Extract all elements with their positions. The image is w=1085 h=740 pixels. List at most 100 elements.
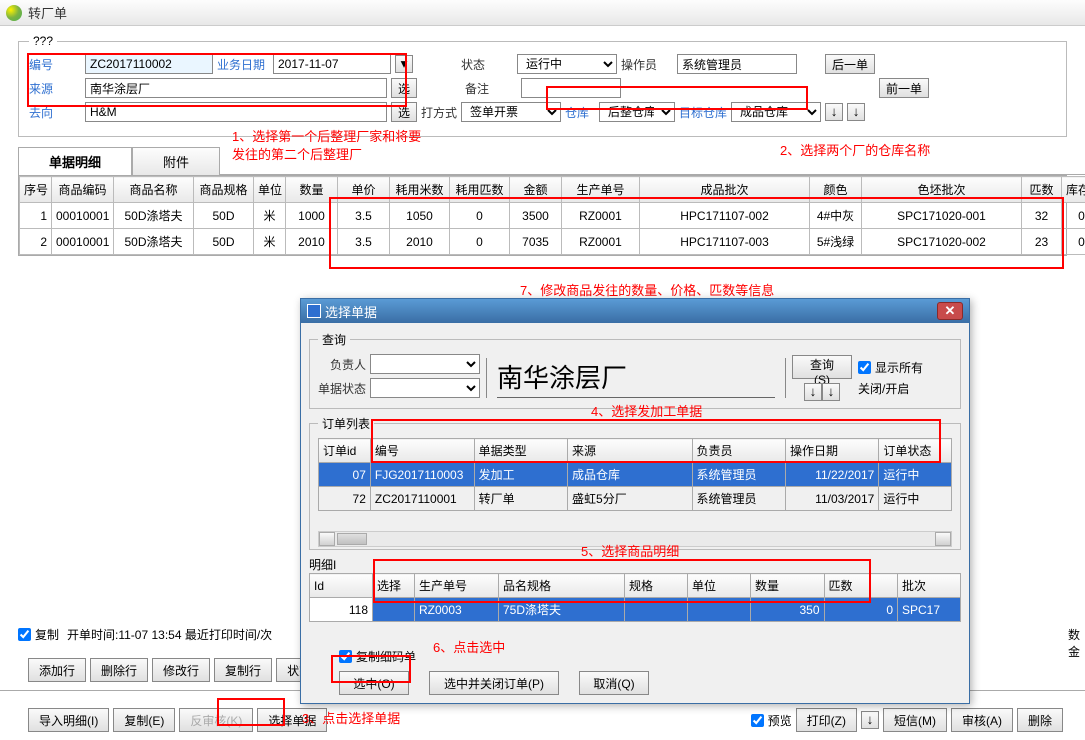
dest-label: 去向 bbox=[29, 104, 81, 121]
print-dropdown-icon[interactable]: ↓ bbox=[861, 711, 879, 729]
col-header: 耗用米数 bbox=[390, 177, 450, 203]
status-select[interactable]: 运行中 bbox=[517, 54, 617, 74]
unapprove-button[interactable]: 反审核(K) bbox=[179, 708, 253, 732]
cancel-button[interactable]: 取消(Q) bbox=[579, 671, 649, 695]
prev-doc-button[interactable]: 前一单 bbox=[879, 78, 929, 98]
code-label: 编号 bbox=[29, 56, 81, 73]
table-row[interactable]: 10001000150D涤塔夫50D米10003.5105003500RZ000… bbox=[20, 203, 1085, 229]
code-input[interactable] bbox=[85, 54, 213, 74]
col-header: 数量 bbox=[286, 177, 338, 203]
ok-close-button[interactable]: 选中并关闭订单(P) bbox=[429, 671, 559, 695]
warehouse-select[interactable]: 后整仓库 bbox=[599, 102, 675, 122]
target-wh-label: 目标仓库 bbox=[679, 104, 727, 121]
print-button[interactable]: 打印(Z) bbox=[796, 708, 857, 732]
query-button[interactable]: 查询(S) bbox=[792, 355, 852, 379]
sort-down2-icon[interactable]: ↓ bbox=[847, 103, 865, 121]
dialog-title: 选择单据 bbox=[325, 302, 377, 321]
target-wh-select[interactable]: 成品仓库 bbox=[731, 102, 821, 122]
sort-down-icon[interactable]: ↓ bbox=[825, 103, 843, 121]
col-header: 匹数 bbox=[1022, 177, 1062, 203]
query-fieldset: 查询 负责人 单据状态 南华涂层厂 查询(S) ↓↓ 显示 bbox=[309, 331, 961, 409]
add-row-button[interactable]: 添加行 bbox=[28, 658, 86, 682]
col-header: 生产单号 bbox=[562, 177, 640, 203]
method-label: 打方式 bbox=[421, 104, 457, 121]
del-row-button[interactable]: 删除行 bbox=[90, 658, 148, 682]
col-header: 库存量 bbox=[1062, 177, 1085, 203]
col-header: 商品规格 bbox=[194, 177, 254, 203]
tabs: 单据明细 附件 bbox=[18, 147, 1085, 175]
copy-row-button[interactable]: 复制行 bbox=[214, 658, 272, 682]
detail-table[interactable]: Id选择生产单号品名规格规格单位数量匹数批次 118RZ000375D涤塔夫35… bbox=[309, 573, 961, 622]
col-header: 单价 bbox=[338, 177, 390, 203]
col-header: 耗用匹数 bbox=[450, 177, 510, 203]
window-title: 转厂单 bbox=[28, 3, 67, 22]
order-row[interactable]: 72ZC2017110001转厂单盛虹5分厂系统管理员11/03/2017运行中 bbox=[319, 487, 952, 511]
source-input[interactable] bbox=[85, 78, 387, 98]
table-row[interactable]: 20001000150D涤塔夫50D米20103.5201007035RZ000… bbox=[20, 229, 1085, 255]
mod-row-button[interactable]: 修改行 bbox=[152, 658, 210, 682]
dialog-close-icon[interactable]: ✕ bbox=[937, 302, 963, 320]
warehouse-label: 仓库 bbox=[565, 104, 595, 121]
order-row[interactable]: 07FJG2017110003发加工成品仓库系统管理员11/22/2017运行中 bbox=[319, 463, 952, 487]
titlebar: 转厂单 bbox=[0, 0, 1085, 26]
operator-input[interactable] bbox=[677, 54, 797, 74]
next-doc-button[interactable]: 后一单 bbox=[825, 54, 875, 74]
form-fieldset: ??? 编号 业务日期 ▾ 状态 运行中 操作员 后一单 来源 选 bbox=[18, 34, 1067, 137]
col-header: 颜色 bbox=[810, 177, 862, 203]
date-dropdown-icon[interactable]: ▾ bbox=[395, 55, 413, 73]
form-legend: ??? bbox=[29, 34, 57, 48]
delete-button[interactable]: 删除 bbox=[1017, 708, 1063, 732]
showall-checkbox[interactable]: 显示所有 bbox=[858, 359, 923, 376]
form-area: ??? 编号 业务日期 ▾ 状态 运行中 操作员 后一单 来源 选 bbox=[0, 26, 1085, 137]
detail-row[interactable]: 118RZ000375D涤塔夫3500SPC17 bbox=[310, 598, 961, 622]
open-time-text: 开单时间:11-07 13:54 最近打印时间/次 bbox=[67, 626, 272, 643]
source-label: 来源 bbox=[29, 80, 81, 97]
bizdate-input[interactable] bbox=[273, 54, 391, 74]
main-window: 转厂单 ??? 编号 业务日期 ▾ 状态 运行中 操作员 后一单 来源 bbox=[0, 0, 1085, 740]
detail-table: 序号商品编码商品名称商品规格单位数量单价耗用米数耗用匹数金额生产单号成品批次颜色… bbox=[19, 176, 1085, 255]
main-grid: 序号商品编码商品名称商品规格单位数量单价耗用米数耗用匹数金额生产单号成品批次颜色… bbox=[18, 175, 1067, 256]
toggle-label[interactable]: 关闭/开启 bbox=[858, 380, 923, 397]
source-pick-button[interactable]: 选 bbox=[391, 78, 417, 98]
annot-7: 7、修改商品发往的数量、价格、匹数等信息 bbox=[520, 280, 774, 299]
owner-select[interactable] bbox=[370, 354, 480, 374]
dialog-titlebar: 选择单据 ✕ bbox=[301, 299, 969, 323]
dialog-big-title: 南华涂层厂 bbox=[497, 358, 775, 395]
count-label: 数金 bbox=[1067, 626, 1081, 660]
down1-icon[interactable]: ↓ bbox=[804, 383, 822, 401]
import-button[interactable]: 导入明细(I) bbox=[28, 708, 109, 732]
col-header: 色坯批次 bbox=[862, 177, 1022, 203]
copy-detail-checkbox[interactable]: 复制细码单 bbox=[339, 648, 416, 665]
remark-input[interactable] bbox=[521, 78, 621, 98]
order-scrollbar[interactable] bbox=[318, 531, 952, 547]
col-header: 序号 bbox=[20, 177, 52, 203]
col-header: 金额 bbox=[510, 177, 562, 203]
ok-button[interactable]: 选中(O) bbox=[339, 671, 409, 695]
col-header: 商品名称 bbox=[114, 177, 194, 203]
detail-label: 明细I bbox=[309, 556, 961, 573]
select-doc-button[interactable]: 选择单据 bbox=[257, 708, 327, 732]
docstate-select[interactable] bbox=[370, 378, 480, 398]
dest-pick-button[interactable]: 选 bbox=[391, 102, 417, 122]
copy-checkbox[interactable]: 复制 bbox=[18, 626, 59, 643]
col-header: 成品批次 bbox=[640, 177, 810, 203]
tab-detail[interactable]: 单据明细 bbox=[18, 147, 132, 175]
docstate-label: 单据状态 bbox=[318, 380, 366, 397]
dest-input[interactable] bbox=[85, 102, 387, 122]
col-header: 商品编码 bbox=[52, 177, 114, 203]
col-header: 单位 bbox=[254, 177, 286, 203]
app-icon bbox=[6, 5, 22, 21]
owner-label: 负责人 bbox=[318, 356, 366, 373]
remark-label: 备注 bbox=[465, 80, 517, 97]
method-select[interactable]: 签单开票 bbox=[461, 102, 561, 122]
approve-button[interactable]: 审核(A) bbox=[951, 708, 1013, 732]
order-list-fieldset: 订单列表 订单id编号单据类型来源负责员操作日期订单状态 07FJG201711… bbox=[309, 415, 961, 550]
order-table[interactable]: 订单id编号单据类型来源负责员操作日期订单状态 07FJG2017110003发… bbox=[318, 438, 952, 511]
down2-icon[interactable]: ↓ bbox=[822, 383, 840, 401]
copy-button[interactable]: 复制(E) bbox=[113, 708, 175, 732]
status-label: 状态 bbox=[461, 56, 513, 73]
select-doc-dialog: 选择单据 ✕ 查询 负责人 单据状态 南华涂层厂 查询(S) ↓ bbox=[300, 298, 970, 704]
tab-attach[interactable]: 附件 bbox=[132, 147, 220, 175]
sms-button[interactable]: 短信(M) bbox=[883, 708, 947, 732]
preview-checkbox[interactable]: 预览 bbox=[751, 712, 792, 729]
